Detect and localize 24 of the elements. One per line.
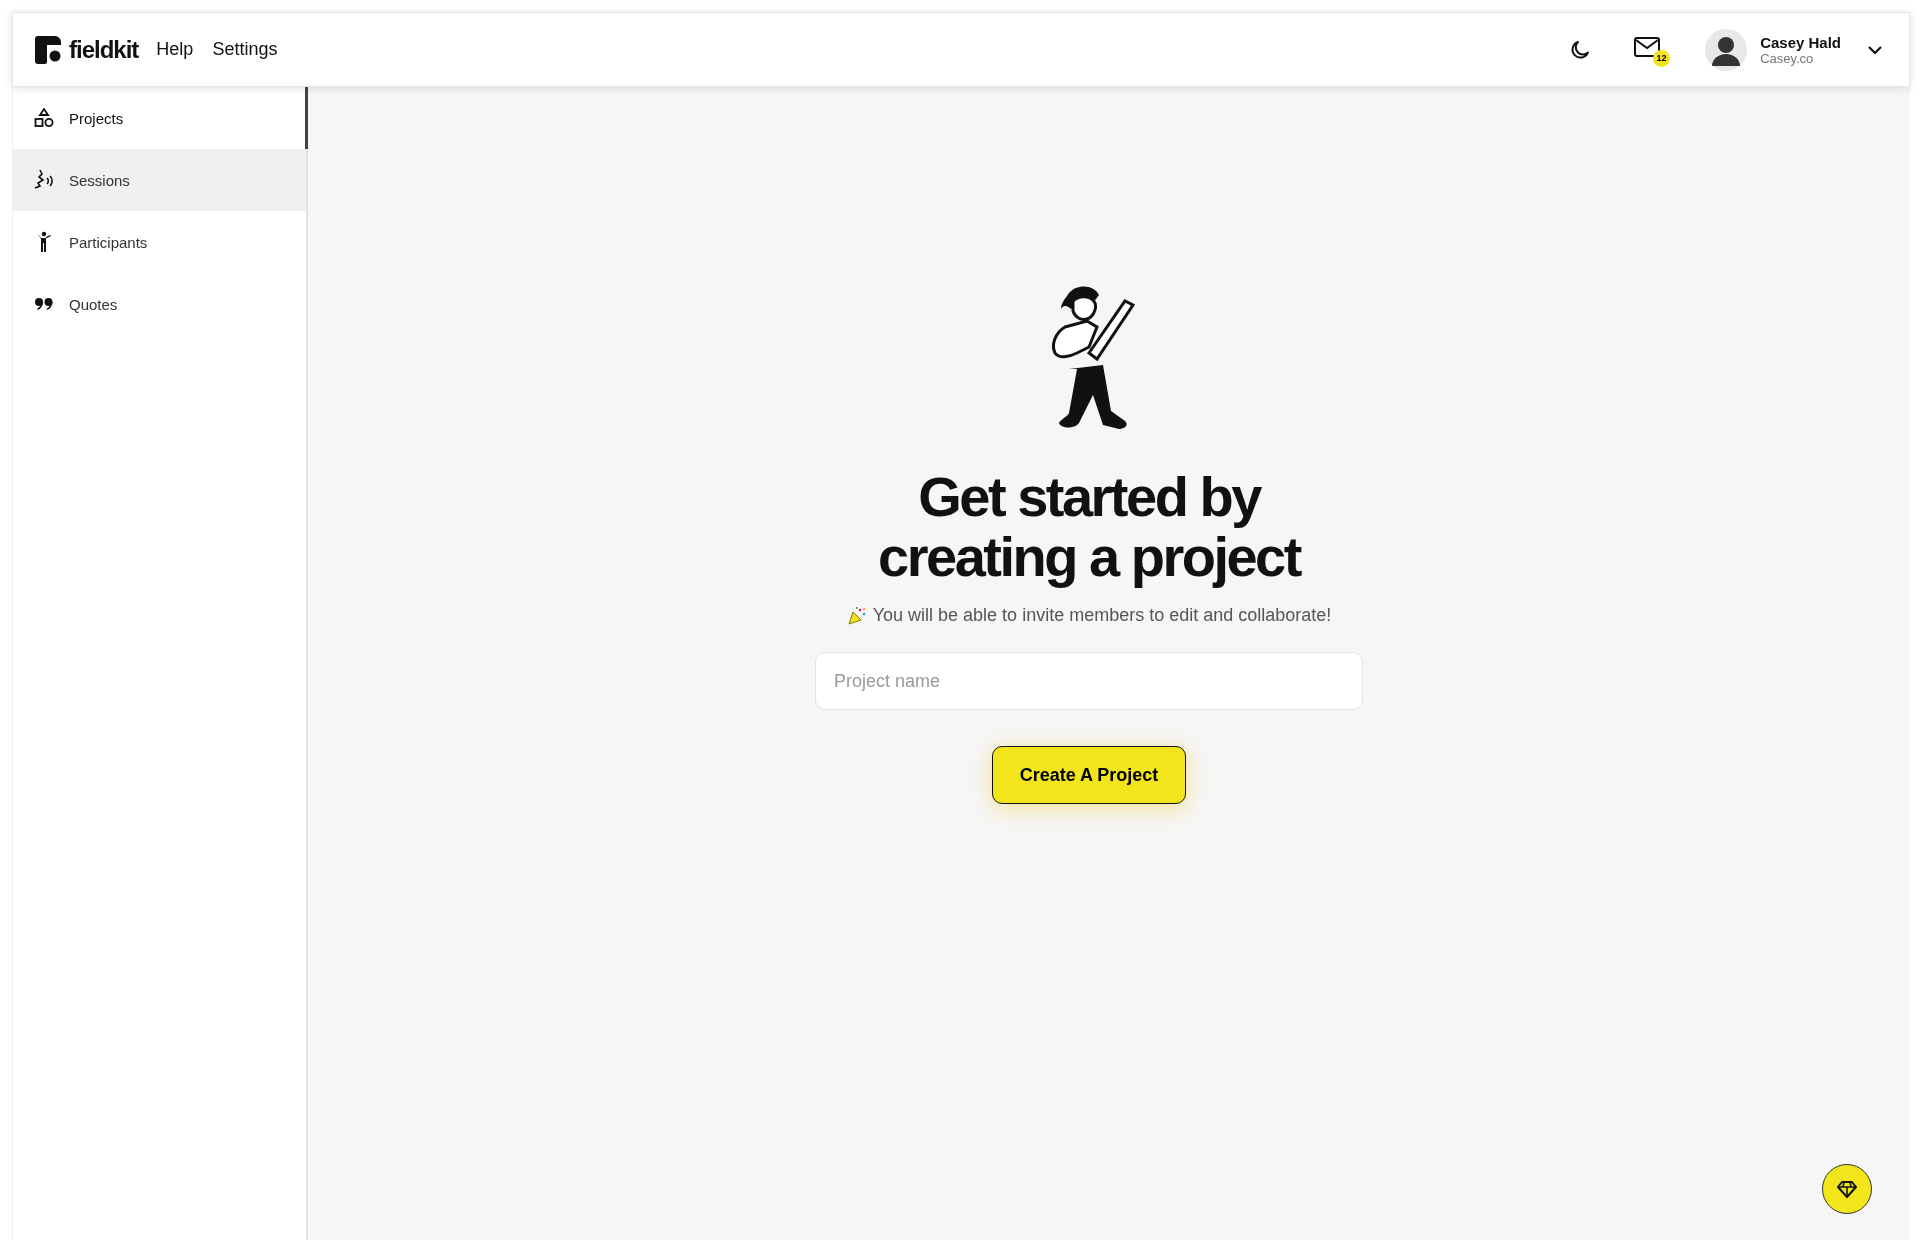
notification-count: 12 <box>1653 49 1671 67</box>
speaking-figure-icon <box>33 169 55 191</box>
shapes-icon <box>33 108 55 128</box>
sidebar-item[interactable]: Participants <box>13 211 306 273</box>
sidebar-item[interactable]: Quotes <box>13 273 306 335</box>
quote-icon <box>33 297 55 311</box>
sidebar-item[interactable]: Sessions <box>13 149 306 211</box>
mail-icon <box>1634 36 1661 57</box>
avatar-icon <box>1704 27 1749 72</box>
create-project-button[interactable]: Create A Project <box>992 746 1186 804</box>
nav-link[interactable]: Settings <box>212 39 278 60</box>
upgrade-button[interactable] <box>1822 1164 1872 1214</box>
empty-state-title: Get started by creating a project <box>878 467 1300 587</box>
nav-link[interactable]: Help <box>156 39 194 60</box>
party-popper-icon <box>846 605 867 626</box>
logo-mark-icon <box>33 35 61 64</box>
diamond-icon <box>1837 1180 1857 1198</box>
project-name-input[interactable]: Project name <box>815 652 1363 710</box>
empty-state-description: You will be able to invite members to edit and collaborate! <box>872 605 1332 626</box>
user-organization: Casey.co <box>1760 50 1815 66</box>
fieldkit-logo[interactable]: fieldkit <box>33 35 139 64</box>
user-name: Casey Hald <box>1760 33 1841 51</box>
notifications-button[interactable]: 12 <box>1630 32 1671 67</box>
chevron-down-icon <box>1867 44 1883 55</box>
